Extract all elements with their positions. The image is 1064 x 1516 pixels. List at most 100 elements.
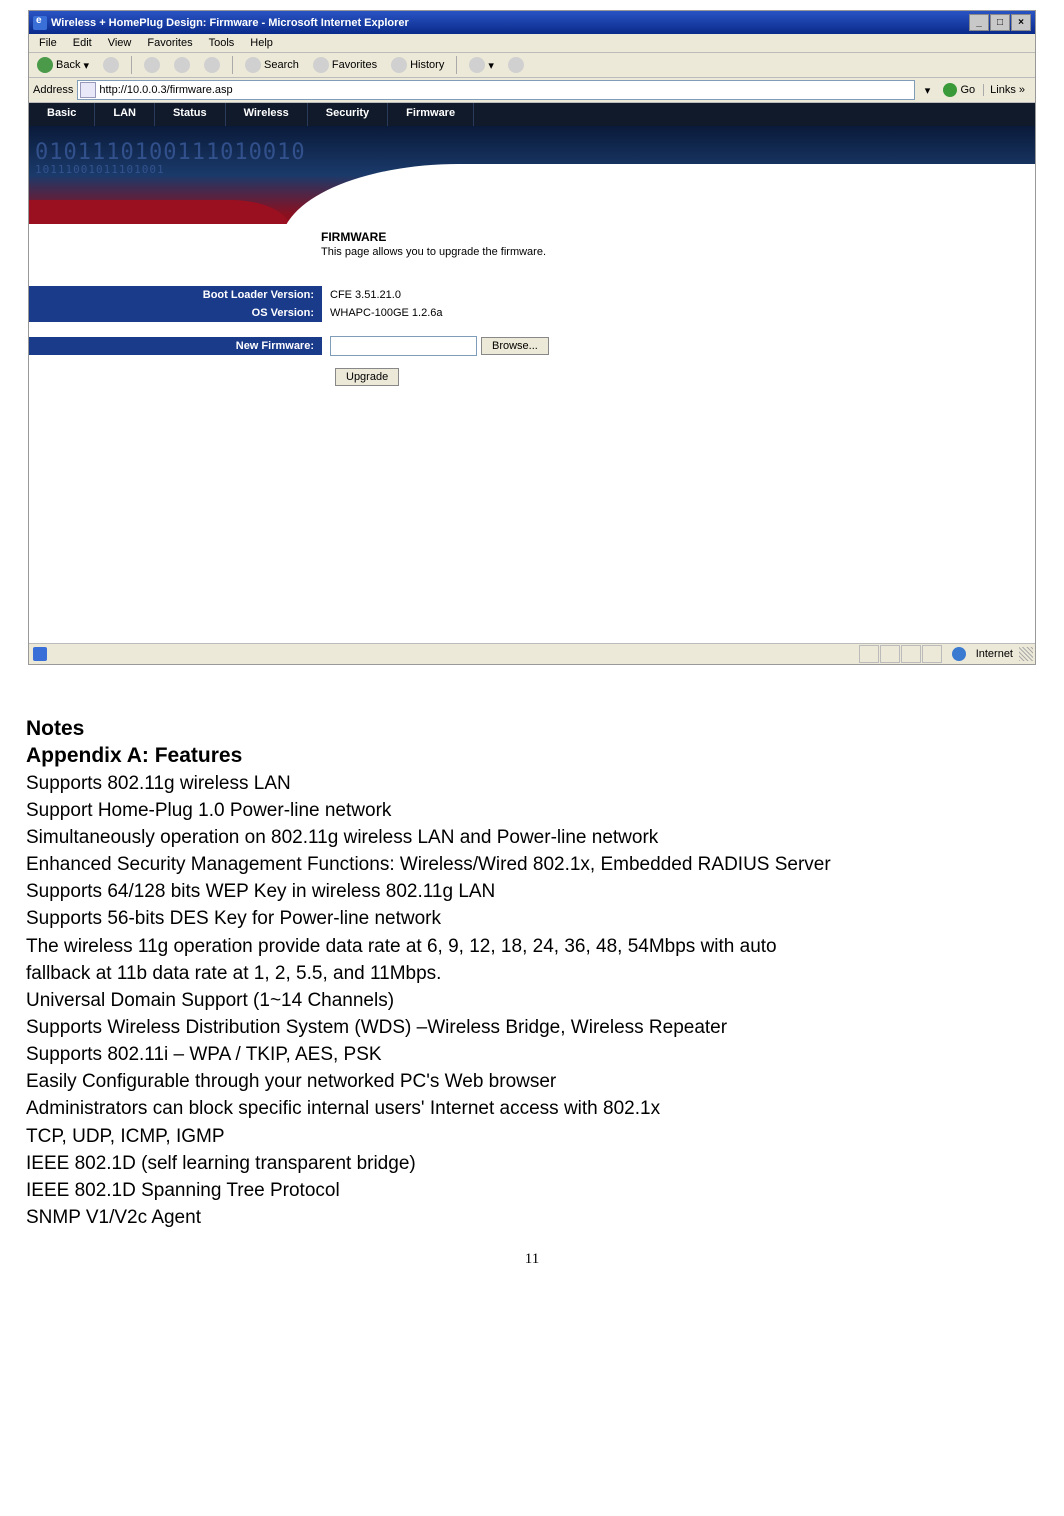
feature-line: Supports Wireless Distribution System (W…: [26, 1014, 1038, 1041]
page-header: FIRMWARE This page allows you to upgrade…: [29, 224, 1035, 258]
feature-line: The wireless 11g operation provide data …: [26, 933, 1038, 960]
menu-view[interactable]: View: [102, 36, 138, 50]
address-url: http://10.0.0.3/firmware.asp: [99, 84, 232, 96]
feature-line: Supports 56-bits DES Key for Power-line …: [26, 905, 1038, 932]
search-label: Search: [264, 59, 299, 71]
print-button[interactable]: [504, 56, 528, 74]
feature-line: Support Home-Plug 1.0 Power-line network: [26, 797, 1038, 824]
dropdown-icon: ▾: [488, 59, 494, 72]
forward-button[interactable]: [99, 56, 123, 74]
mail-icon: [469, 57, 485, 73]
go-button[interactable]: Go: [939, 83, 979, 97]
close-button[interactable]: ×: [1011, 14, 1031, 31]
status-cell: [922, 645, 942, 663]
maximize-button[interactable]: □: [990, 14, 1010, 31]
back-label: Back: [56, 59, 80, 71]
addressbar: Address http://10.0.0.3/firmware.asp ▾ G…: [29, 78, 1035, 103]
new-firmware-row: New Firmware: Browse...: [29, 336, 1035, 356]
browse-button[interactable]: Browse...: [481, 337, 549, 355]
tab-status[interactable]: Status: [155, 103, 226, 126]
boot-version-label: Boot Loader Version:: [29, 286, 322, 304]
go-label: Go: [960, 84, 975, 96]
window-title: Wireless + HomePlug Design: Firmware - M…: [51, 17, 409, 29]
search-button[interactable]: Search: [241, 56, 303, 74]
menu-tools[interactable]: Tools: [203, 36, 241, 50]
feature-line: Universal Domain Support (1~14 Channels): [26, 987, 1038, 1014]
banner: 010111010011101001010111001011101001: [29, 126, 1035, 224]
feature-line: IEEE 802.1D Spanning Tree Protocol: [26, 1177, 1038, 1204]
separator: [232, 56, 233, 74]
refresh-button[interactable]: [170, 56, 194, 74]
menu-favorites[interactable]: Favorites: [141, 36, 198, 50]
os-version-label: OS Version:: [29, 304, 322, 322]
statusbar: Internet: [29, 643, 1035, 664]
page-title: FIRMWARE: [321, 230, 1035, 244]
menu-edit[interactable]: Edit: [67, 36, 98, 50]
links-button[interactable]: Links »: [983, 84, 1031, 96]
internet-icon: [952, 647, 966, 661]
resize-grip-icon[interactable]: [1019, 647, 1033, 661]
titlebar: Wireless + HomePlug Design: Firmware - M…: [29, 11, 1035, 34]
forward-icon: [103, 57, 119, 73]
mail-button[interactable]: ▾: [465, 56, 498, 74]
firmware-file-input[interactable]: [330, 336, 477, 356]
print-icon: [508, 57, 524, 73]
back-button[interactable]: Back ▾: [33, 56, 93, 74]
page-subtitle: This page allows you to upgrade the firm…: [321, 246, 1035, 258]
upgrade-button[interactable]: Upgrade: [335, 368, 399, 386]
os-version-value: WHAPC-100GE 1.2.6a: [322, 307, 443, 319]
address-label: Address: [33, 84, 73, 96]
menubar: File Edit View Favorites Tools Help: [29, 34, 1035, 53]
tab-security[interactable]: Security: [308, 103, 388, 126]
menu-help[interactable]: Help: [244, 36, 279, 50]
toolbar: Back ▾ Search Favorites History ▾: [29, 53, 1035, 78]
ie-window: Wireless + HomePlug Design: Firmware - M…: [28, 10, 1036, 665]
feature-line: Administrators can block specific intern…: [26, 1095, 1038, 1122]
dropdown-icon: ▾: [83, 59, 89, 72]
search-icon: [245, 57, 261, 73]
favorites-button[interactable]: Favorites: [309, 56, 381, 74]
home-icon: [204, 57, 220, 73]
page-content: Basic LAN Status Wireless Security Firmw…: [29, 103, 1035, 643]
tab-wireless[interactable]: Wireless: [226, 103, 308, 126]
ie-icon: [33, 16, 47, 30]
history-icon: [391, 57, 407, 73]
notes-heading: Notes: [26, 715, 1038, 742]
address-dropdown-icon[interactable]: ▾: [919, 84, 935, 97]
feature-line: IEEE 802.1D (self learning transparent b…: [26, 1150, 1038, 1177]
favorites-icon: [313, 57, 329, 73]
internet-zone-label: Internet: [976, 648, 1013, 660]
feature-line: Supports 802.11g wireless LAN: [26, 770, 1038, 797]
history-button[interactable]: History: [387, 56, 448, 74]
menu-file[interactable]: File: [33, 36, 63, 50]
boot-version-value: CFE 3.51.21.0: [322, 289, 401, 301]
refresh-icon: [174, 57, 190, 73]
page-icon: [80, 82, 96, 98]
address-input[interactable]: http://10.0.0.3/firmware.asp: [77, 80, 915, 100]
tab-basic[interactable]: Basic: [29, 103, 95, 126]
tab-lan[interactable]: LAN: [95, 103, 155, 126]
go-icon: [943, 83, 957, 97]
status-cell: [859, 645, 879, 663]
separator: [456, 56, 457, 74]
back-icon: [37, 57, 53, 73]
stop-button[interactable]: [140, 56, 164, 74]
tab-firmware[interactable]: Firmware: [388, 103, 474, 126]
feature-line: Enhanced Security Management Functions: …: [26, 851, 1038, 878]
separator: [131, 56, 132, 74]
home-button[interactable]: [200, 56, 224, 74]
status-ie-icon: [33, 647, 47, 661]
feature-line: TCP, UDP, ICMP, IGMP: [26, 1123, 1038, 1150]
nav-tabs: Basic LAN Status Wireless Security Firmw…: [29, 103, 1035, 126]
feature-line: Easily Configurable through your network…: [26, 1068, 1038, 1095]
os-version-row: OS Version: WHAPC-100GE 1.2.6a: [29, 304, 1035, 322]
status-cell: [880, 645, 900, 663]
page-number: 11: [0, 1251, 1064, 1278]
minimize-button[interactable]: _: [969, 14, 989, 31]
feature-line: Simultaneously operation on 802.11g wire…: [26, 824, 1038, 851]
boot-version-row: Boot Loader Version: CFE 3.51.21.0: [29, 286, 1035, 304]
feature-line: Supports 64/128 bits WEP Key in wireless…: [26, 878, 1038, 905]
feature-line: SNMP V1/V2c Agent: [26, 1204, 1038, 1231]
status-cell: [901, 645, 921, 663]
stop-icon: [144, 57, 160, 73]
